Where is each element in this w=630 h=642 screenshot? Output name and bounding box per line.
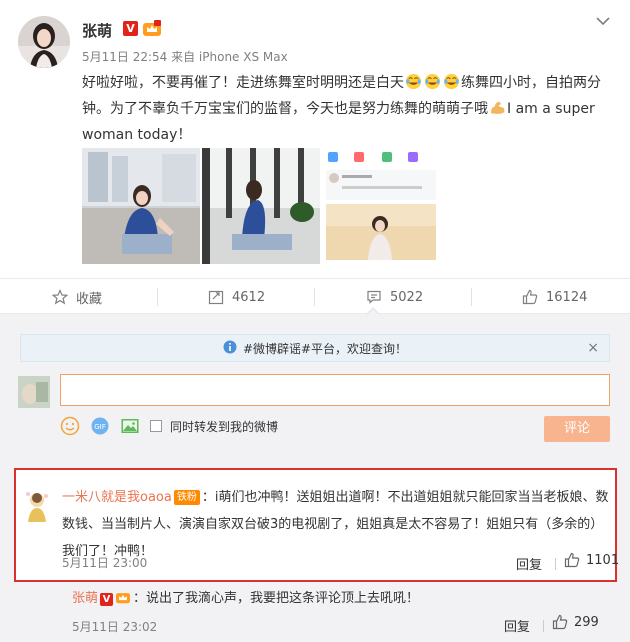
post-content-part1: 好啦好啦，不要再催了！走进练舞室时明明还是白天 (82, 75, 404, 91)
author-reply-like-count: 299 (574, 614, 599, 630)
post-meta: 5月11日 22:54 来自 iPhone XS Max (82, 50, 288, 64)
author-avatar[interactable] (18, 16, 70, 68)
author-reply-body: 张萌 V ：说出了我滴心声，我要把这条评论顶上去吼吼！ (72, 588, 419, 610)
weibo-post: 张萌 V 5月11日 22:54 来自 iPhone XS Max 好啦好啦，不… (0, 0, 630, 278)
action-divider (314, 288, 315, 306)
post-content: 好啦好啦，不要再催了！走进练舞室时明明还是白天 练舞四小时，自拍两分钟。为了不辜负… (82, 70, 602, 148)
reply-author-name[interactable]: 张萌 (72, 591, 98, 606)
thumbs-up-icon (552, 614, 568, 630)
divider (543, 620, 544, 632)
repost-button[interactable]: 4612 (208, 279, 265, 315)
author-reply-reply-button[interactable]: 回复 (504, 616, 530, 635)
vip-crown-icon (116, 593, 131, 604)
crying-laughing-emoji-icon (405, 73, 422, 90)
post-image-1[interactable] (82, 148, 200, 264)
post-image-3[interactable] (322, 148, 440, 264)
verified-badge-icon: V (100, 593, 114, 606)
comment-count: 5022 (390, 289, 424, 305)
svg-text:GIF: GIF (94, 423, 106, 431)
submit-comment-button[interactable]: 评论 (544, 416, 610, 442)
comment-tools: GIF 同时转发到我的微博 (60, 414, 278, 438)
repost-count: 4612 (232, 289, 266, 305)
comment-icon (367, 290, 381, 304)
image-icon[interactable] (120, 416, 140, 436)
author-reply: 张萌 V ：说出了我滴心声，我要把这条评论顶上去吼吼！ 5月11日 23:02 回复… (64, 584, 610, 636)
post-images (82, 148, 440, 264)
thumbs-up-icon (522, 289, 538, 305)
post-menu-chevron-down-icon[interactable] (596, 14, 610, 30)
vip-crown-icon[interactable] (142, 19, 162, 37)
action-divider (471, 288, 472, 306)
notice-text: #微博辟谣#平台，欢迎查询！ (242, 341, 408, 356)
top-comment-body: 一米八就是我oaoa 铁粉 ：i萌们也冲鸭！送姐姐出道啊！不出道姐姐就只能回家当当老… (62, 484, 610, 565)
author-name[interactable]: 张萌 (82, 20, 112, 41)
post-action-bar: 收藏 4612 5022 16124 (0, 278, 630, 314)
like-button[interactable]: 16124 (522, 279, 587, 315)
top-comment-reply-button[interactable]: 回复 (516, 554, 542, 573)
repost-checkbox-label[interactable]: 同时转发到我的微博 (170, 418, 278, 435)
fan-badge: 铁粉 (173, 490, 200, 505)
top-comment: 一米八就是我oaoa 铁粉 ：i萌们也冲鸭！送姐姐出道啊！不出道姐姐就只能回家当当老… (14, 468, 619, 582)
info-icon (223, 340, 237, 357)
commenter-avatar[interactable] (22, 488, 52, 522)
top-comment-like-count: 1101 (586, 552, 620, 568)
gif-icon[interactable]: GIF (90, 416, 110, 436)
favorite-label: 收藏 (76, 291, 103, 307)
commenter-name[interactable]: 一米八就是我oaoa (62, 490, 172, 505)
post-image-2[interactable] (202, 148, 320, 264)
author-reply-like-button[interactable]: 299 (552, 614, 599, 630)
comments-section: #微博辟谣#平台，欢迎查询！ × GIF 同时转发到我的微博 评论 一米八就是我… (0, 314, 630, 642)
repost-icon (208, 290, 224, 305)
close-icon[interactable]: × (587, 340, 599, 356)
smiley-icon[interactable] (60, 416, 80, 436)
flexed-biceps-emoji-icon (490, 101, 505, 114)
like-count: 16124 (546, 289, 588, 305)
thumbs-up-icon (564, 552, 580, 568)
favorite-button[interactable]: 收藏 (52, 279, 102, 315)
my-avatar (18, 376, 50, 408)
star-icon (52, 289, 68, 305)
action-divider (157, 288, 158, 306)
crying-laughing-emoji-icon (443, 73, 460, 90)
author-reply-text: ：说出了我滴心声，我要把这条评论顶上去吼吼！ (133, 591, 420, 606)
top-comment-like-button[interactable]: 1101 (564, 552, 619, 568)
divider (555, 558, 556, 570)
rumor-notice[interactable]: #微博辟谣#平台，欢迎查询！ × (20, 334, 610, 362)
verified-badge-icon: V (123, 21, 138, 36)
avatar-image (18, 16, 70, 68)
top-comment-time: 5月11日 23:00 (62, 556, 148, 570)
comment-input[interactable] (60, 374, 610, 406)
repost-checkbox[interactable] (150, 420, 162, 432)
crying-laughing-emoji-icon (424, 73, 441, 90)
author-reply-time: 5月11日 23:02 (72, 620, 158, 634)
